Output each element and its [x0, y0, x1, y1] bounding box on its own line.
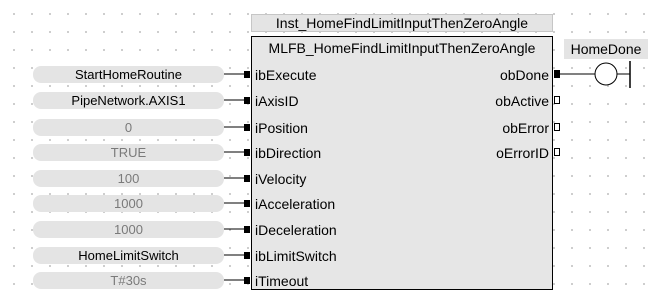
input-connector[interactable]: [244, 226, 250, 233]
input-variable-ibLimitSwitch[interactable]: HomeLimitSwitch: [33, 247, 224, 264]
input-connector[interactable]: [244, 252, 250, 259]
input-constant-iAcceleration[interactable]: 1000: [33, 195, 224, 212]
output-connector-obError[interactable]: [554, 123, 560, 131]
pin-iTimeout: iTimeout: [255, 273, 309, 289]
instance-name[interactable]: Inst_HomeFindLimitInputThenZeroAngle: [251, 14, 553, 32]
pin-ibLimitSwitch: ibLimitSwitch: [255, 248, 337, 264]
input-connector[interactable]: [244, 97, 250, 104]
input-variable-iAxisID[interactable]: PipeNetwork.AXIS1: [33, 92, 224, 109]
pin-ibExecute: ibExecute: [255, 67, 317, 83]
pin-ibDirection: ibDirection: [255, 145, 322, 161]
pin-iPosition: iPosition: [255, 120, 308, 136]
pin-obActive: obActive: [495, 93, 549, 109]
input-connector[interactable]: [244, 149, 250, 156]
input-connector[interactable]: [244, 200, 250, 207]
input-connector[interactable]: [244, 277, 250, 284]
pin-oErrorID: oErrorID: [496, 145, 549, 161]
fbd-canvas[interactable]: Inst_HomeFindLimitInputThenZeroAngle MLF…: [0, 0, 648, 293]
pin-obDone: obDone: [499, 67, 549, 83]
output-connector-obActive[interactable]: [554, 96, 560, 104]
pin-iVelocity: iVelocity: [255, 171, 307, 187]
output-connector-obDone[interactable]: [554, 70, 560, 78]
input-connector[interactable]: [244, 71, 250, 78]
input-connector[interactable]: [244, 124, 250, 131]
input-constant-iVelocity[interactable]: 100: [33, 170, 224, 187]
block-type-name: MLFB_HomeFindLimitInputThenZeroAngle: [268, 40, 536, 56]
output-connector-oErrorID[interactable]: [554, 148, 560, 156]
coil-variable[interactable]: HomeDone: [564, 39, 648, 59]
pin-iAxisID: iAxisID: [255, 93, 299, 109]
input-constant-iTimeout[interactable]: T#30s: [33, 272, 224, 289]
input-connector[interactable]: [244, 175, 250, 182]
pin-iDeceleration: iDeceleration: [255, 222, 337, 238]
input-constant-iDeceleration[interactable]: 1000: [33, 221, 224, 238]
function-block[interactable]: MLFB_HomeFindLimitInputThenZeroAngle ibE…: [251, 36, 553, 290]
pin-obError: obError: [502, 120, 549, 136]
coil-icon: [594, 62, 618, 86]
pin-iAcceleration: iAcceleration: [255, 196, 336, 212]
input-constant-ibDirection[interactable]: TRUE: [33, 144, 224, 161]
input-variable-ibExecute[interactable]: StartHomeRoutine: [33, 66, 224, 83]
input-constant-iPosition[interactable]: 0: [33, 119, 224, 136]
